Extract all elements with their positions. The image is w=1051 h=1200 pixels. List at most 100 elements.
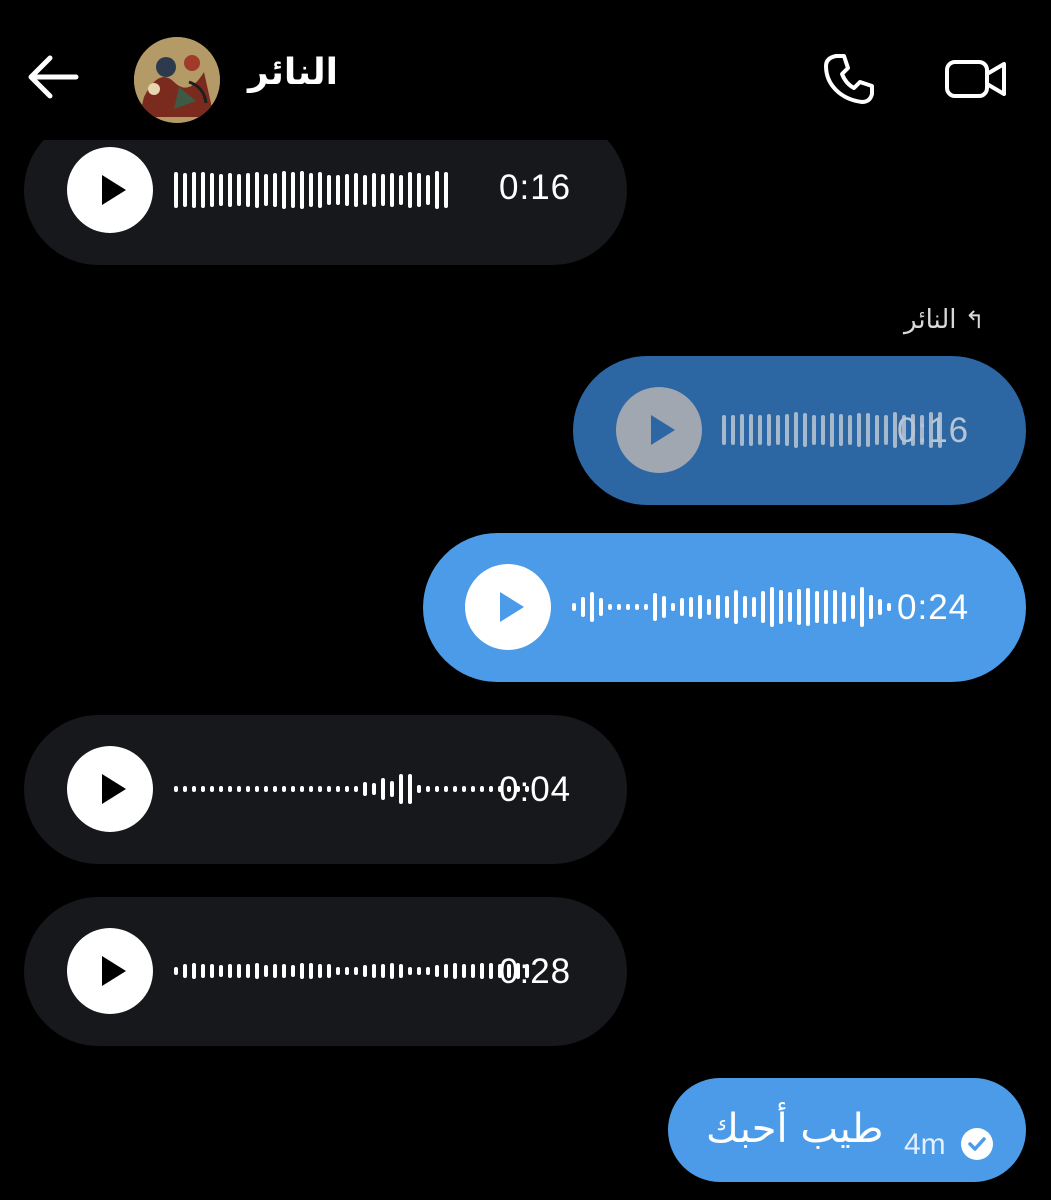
- waveform-bar: [689, 597, 693, 617]
- waveform-bar: [426, 786, 430, 792]
- waveform-bar: [255, 963, 259, 979]
- waveform-bar: [372, 964, 376, 978]
- contact-name[interactable]: النائر: [248, 52, 338, 93]
- waveform-bar: [725, 596, 729, 618]
- check-circle-icon: [961, 1128, 993, 1160]
- waveform-bar: [842, 592, 846, 622]
- waveform[interactable]: [174, 160, 448, 220]
- chat-header: النائر: [0, 0, 1051, 140]
- waveform-bar: [381, 174, 385, 206]
- waveform-bar: [480, 963, 484, 979]
- play-icon: [102, 175, 126, 205]
- waveform-bar: [749, 414, 753, 446]
- waveform-bar: [453, 963, 457, 979]
- reply-label-text: النائر: [904, 305, 957, 335]
- waveform-bar: [408, 967, 412, 975]
- play-icon: [102, 956, 126, 986]
- quoted-voice-message[interactable]: 0:16: [573, 356, 1026, 505]
- waveform-bar: [174, 967, 178, 975]
- voice-duration: 0:04: [499, 770, 572, 809]
- avatar[interactable]: [134, 37, 220, 123]
- waveform-bar: [354, 967, 358, 975]
- waveform-bar: [821, 415, 825, 445]
- waveform-bar: [740, 414, 744, 446]
- waveform-bar: [318, 172, 322, 208]
- text-message[interactable]: 4m طيب أحبك: [668, 1078, 1026, 1182]
- voice-call-button[interactable]: [822, 52, 876, 106]
- waveform-bar: [848, 415, 852, 445]
- waveform-bar: [228, 173, 232, 207]
- reply-label: ↰ النائر: [904, 305, 985, 335]
- waveform-bar: [345, 967, 349, 975]
- waveform-bar: [770, 587, 774, 627]
- waveform-bar: [731, 415, 735, 445]
- back-button[interactable]: [26, 52, 80, 102]
- waveform-bar: [300, 171, 304, 209]
- waveform-bar: [572, 603, 576, 611]
- waveform-bar: [174, 172, 178, 208]
- waveform-bar: [345, 174, 349, 206]
- play-button[interactable]: [616, 387, 702, 473]
- waveform-bar: [372, 783, 376, 795]
- waveform[interactable]: [174, 941, 529, 1001]
- waveform-bar: [617, 604, 621, 610]
- waveform-bar: [264, 965, 268, 977]
- waveform-bar: [480, 786, 484, 792]
- play-button[interactable]: [465, 564, 551, 650]
- voice-message[interactable]: 0:28: [24, 897, 627, 1046]
- waveform-bar: [381, 964, 385, 978]
- waveform-bar: [812, 415, 816, 445]
- waveform-bar: [390, 781, 394, 797]
- waveform-bar: [345, 786, 349, 792]
- voice-message[interactable]: 0:24: [423, 533, 1026, 682]
- waveform-bar: [390, 963, 394, 979]
- waveform-bar: [210, 173, 214, 207]
- waveform-bar: [300, 963, 304, 979]
- waveform-bar: [273, 173, 277, 207]
- waveform-bar: [839, 414, 843, 446]
- video-call-button[interactable]: [944, 54, 1008, 104]
- voice-duration: 0:16: [897, 411, 970, 450]
- waveform-bar: [246, 964, 250, 978]
- waveform-bar: [363, 175, 367, 205]
- waveform-bar: [201, 786, 205, 792]
- waveform-bar: [273, 786, 277, 792]
- message-time: 4m: [904, 1128, 946, 1161]
- waveform-bar: [851, 595, 855, 619]
- waveform[interactable]: [174, 759, 529, 819]
- waveform-bar: [237, 174, 241, 206]
- waveform-bar: [887, 603, 891, 611]
- waveform-bar: [309, 963, 313, 979]
- waveform-bar: [282, 786, 286, 792]
- play-button[interactable]: [67, 147, 153, 233]
- waveform-bar: [716, 595, 720, 619]
- waveform-bar: [444, 786, 448, 792]
- waveform-bar: [653, 593, 657, 621]
- waveform-bar: [426, 175, 430, 205]
- play-button[interactable]: [67, 928, 153, 1014]
- waveform[interactable]: [572, 577, 891, 637]
- waveform-bar: [734, 590, 738, 624]
- waveform-bar: [273, 964, 277, 978]
- waveform-bar: [662, 596, 666, 618]
- waveform-bar: [722, 415, 726, 445]
- waveform-bar: [797, 589, 801, 625]
- play-button[interactable]: [67, 746, 153, 832]
- waveform-bar: [183, 786, 187, 792]
- waveform-bar: [183, 964, 187, 978]
- waveform-bar: [354, 173, 358, 207]
- waveform-bar: [417, 173, 421, 207]
- waveform-bar: [183, 173, 187, 207]
- voice-message[interactable]: 0:04: [24, 715, 627, 864]
- waveform-bar: [806, 588, 810, 626]
- waveform-bar: [752, 597, 756, 617]
- waveform-bar: [210, 964, 214, 978]
- waveform-bar: [785, 414, 789, 446]
- waveform-bar: [794, 412, 798, 448]
- waveform-bar: [884, 415, 888, 445]
- waveform-bar: [201, 172, 205, 208]
- waveform-bar: [282, 964, 286, 978]
- waveform-bar: [219, 174, 223, 206]
- waveform-bar: [779, 590, 783, 624]
- voice-duration: 0:24: [897, 588, 970, 627]
